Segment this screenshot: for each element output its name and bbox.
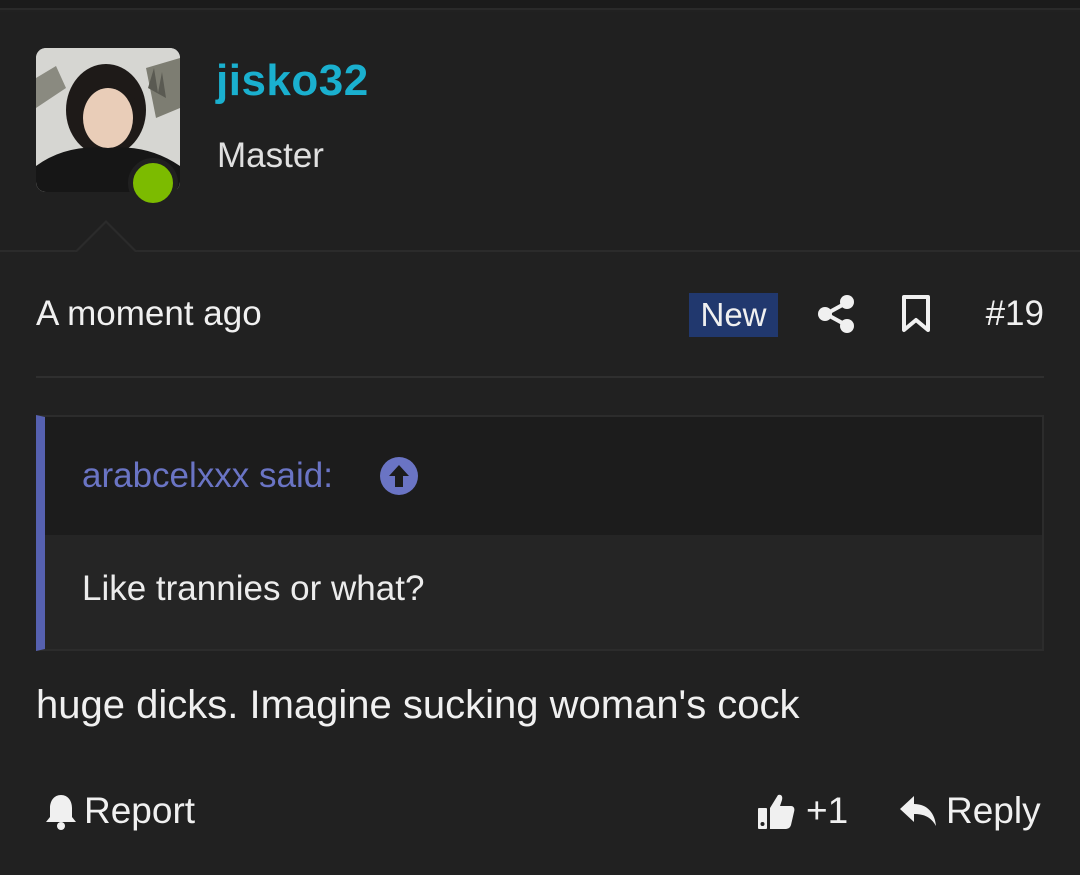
username-link[interactable]: jisko32 (216, 56, 369, 106)
post-number-link[interactable]: #19 (986, 294, 1044, 334)
header-pointer-fill (76, 223, 136, 253)
arrow-up-circle-icon[interactable] (379, 456, 419, 496)
user-header: jisko32 Master (0, 12, 1080, 252)
post-time-link[interactable]: A moment ago (36, 294, 262, 334)
report-button[interactable]: Report (44, 790, 195, 832)
reply-button[interactable]: Reply (898, 790, 1041, 832)
quote-header: arabcelxxx said: (45, 417, 1042, 535)
quote-text: Like trannies or what? (82, 569, 425, 608)
top-bar (0, 0, 1080, 10)
online-status-indicator (128, 158, 178, 208)
meta-divider (36, 376, 1044, 378)
new-badge: New (689, 293, 778, 337)
report-label: Report (84, 790, 196, 831)
user-title: Master (217, 136, 324, 175)
reply-label: Reply (946, 790, 1041, 831)
like-count: +1 (806, 790, 849, 831)
share-icon[interactable] (816, 294, 856, 334)
quote-author-link[interactable]: arabcelxxx said: (82, 456, 333, 496)
post-body-text: huge dicks. Imagine sucking woman's cock (36, 683, 800, 727)
like-button[interactable]: +1 (756, 790, 848, 832)
quote-block: arabcelxxx said: Like trannies or what? (36, 415, 1044, 651)
bookmark-icon[interactable] (900, 294, 932, 334)
quote-body: Like trannies or what? (45, 535, 1042, 649)
thumbs-up-icon (758, 794, 795, 829)
post-meta-row: A moment ago New #19 (36, 282, 1044, 348)
bell-icon (46, 795, 76, 830)
reply-arrow-icon (900, 796, 936, 826)
